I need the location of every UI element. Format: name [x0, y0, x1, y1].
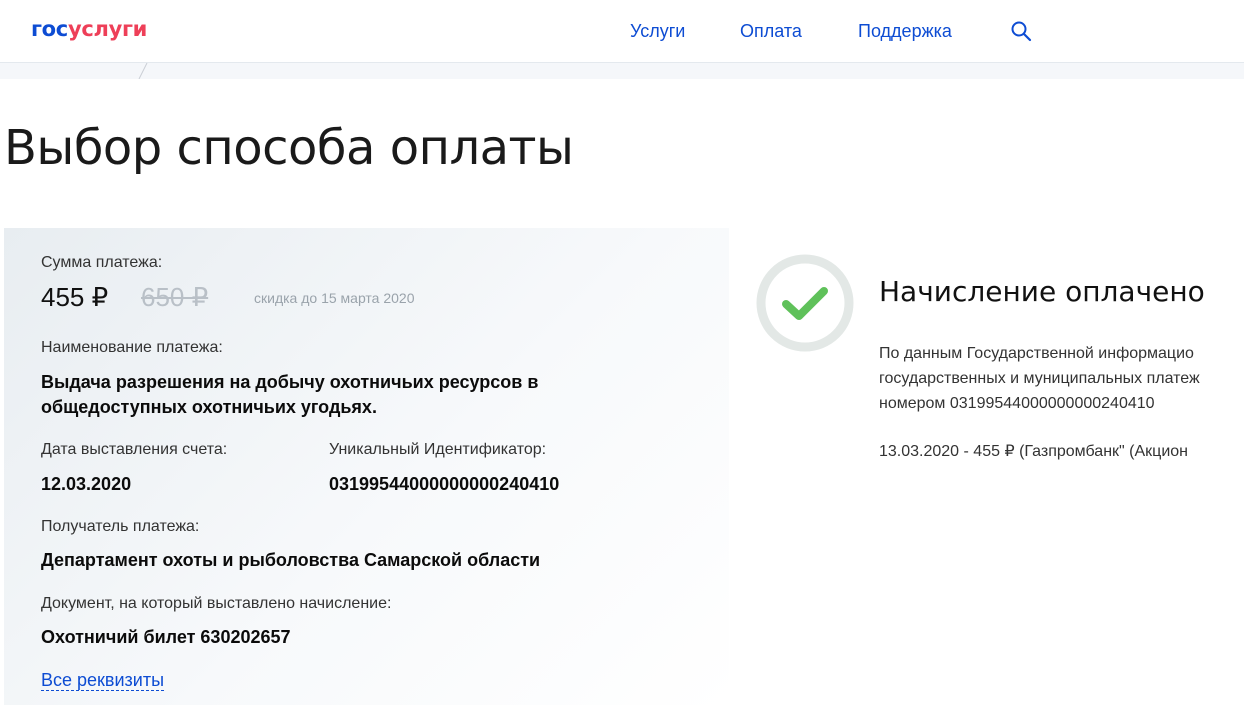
document-value: Охотничий билет 630202657 [41, 627, 291, 647]
logo-text-part2: услуги [67, 17, 148, 41]
recipient-value: Департамент охоты и рыболовства Самарско… [41, 550, 541, 570]
status-description: По данным Государственной информацио гос… [879, 341, 1244, 416]
site-header: госуслуги Услуги Оплата Поддержка [0, 0, 1244, 63]
payment-record: 13.03.2020 - 455 ₽ (Газпромбанк" (Акцион [879, 443, 1188, 460]
payment-name-label: Наименование платежа: [41, 339, 223, 356]
breadcrumb-divider-icon [138, 63, 148, 79]
payment-name-line2: общедоступных охотничьих угодьях. [41, 397, 377, 417]
logo-text-part1: гос [31, 17, 68, 41]
document-label: Документ, на который выставлено начислен… [41, 595, 392, 612]
payment-name-line1: Выдача разрешения на добычу охотничьих р… [41, 372, 539, 392]
discount-note: скидка до 15 марта 2020 [254, 290, 415, 306]
breadcrumb-bar [0, 63, 1244, 79]
status-text-line2: государственных и муниципальных платеж [879, 370, 1200, 387]
checkmark-icon [756, 254, 854, 352]
payment-details-panel: Сумма платежа: 455 ₽ 650 ₽ скидка до 15 … [4, 228, 729, 705]
uid-label: Уникальный Идентификатор: [329, 441, 547, 458]
date-value: 12.03.2020 [41, 474, 132, 494]
all-details-link[interactable]: Все реквизиты [41, 670, 165, 691]
amount-label: Сумма платежа: [41, 254, 163, 271]
date-label: Дата выставления счета: [41, 441, 228, 458]
payment-amount: 455 ₽ [41, 282, 109, 312]
search-icon[interactable] [1010, 20, 1032, 42]
old-amount: 650 ₽ [141, 282, 209, 312]
nav-services[interactable]: Услуги [630, 21, 685, 42]
status-text-line3: номером 03199544000000000240410 [879, 395, 1155, 412]
status-text-line1: По данным Государственной информацио [879, 345, 1194, 362]
nav-support[interactable]: Поддержка [858, 21, 952, 42]
gosuslugi-logo[interactable]: госуслуги [31, 17, 147, 41]
payment-name-value: Выдача разрешения на добычу охотничьих р… [41, 370, 538, 420]
recipient-label: Получатель платежа: [41, 518, 200, 535]
status-title: Начисление оплачено [879, 275, 1205, 308]
uid-value: 03199544000000000240410 [329, 474, 560, 494]
nav-payment[interactable]: Оплата [740, 21, 802, 42]
page-title: Выбор способа оплаты [4, 120, 574, 176]
